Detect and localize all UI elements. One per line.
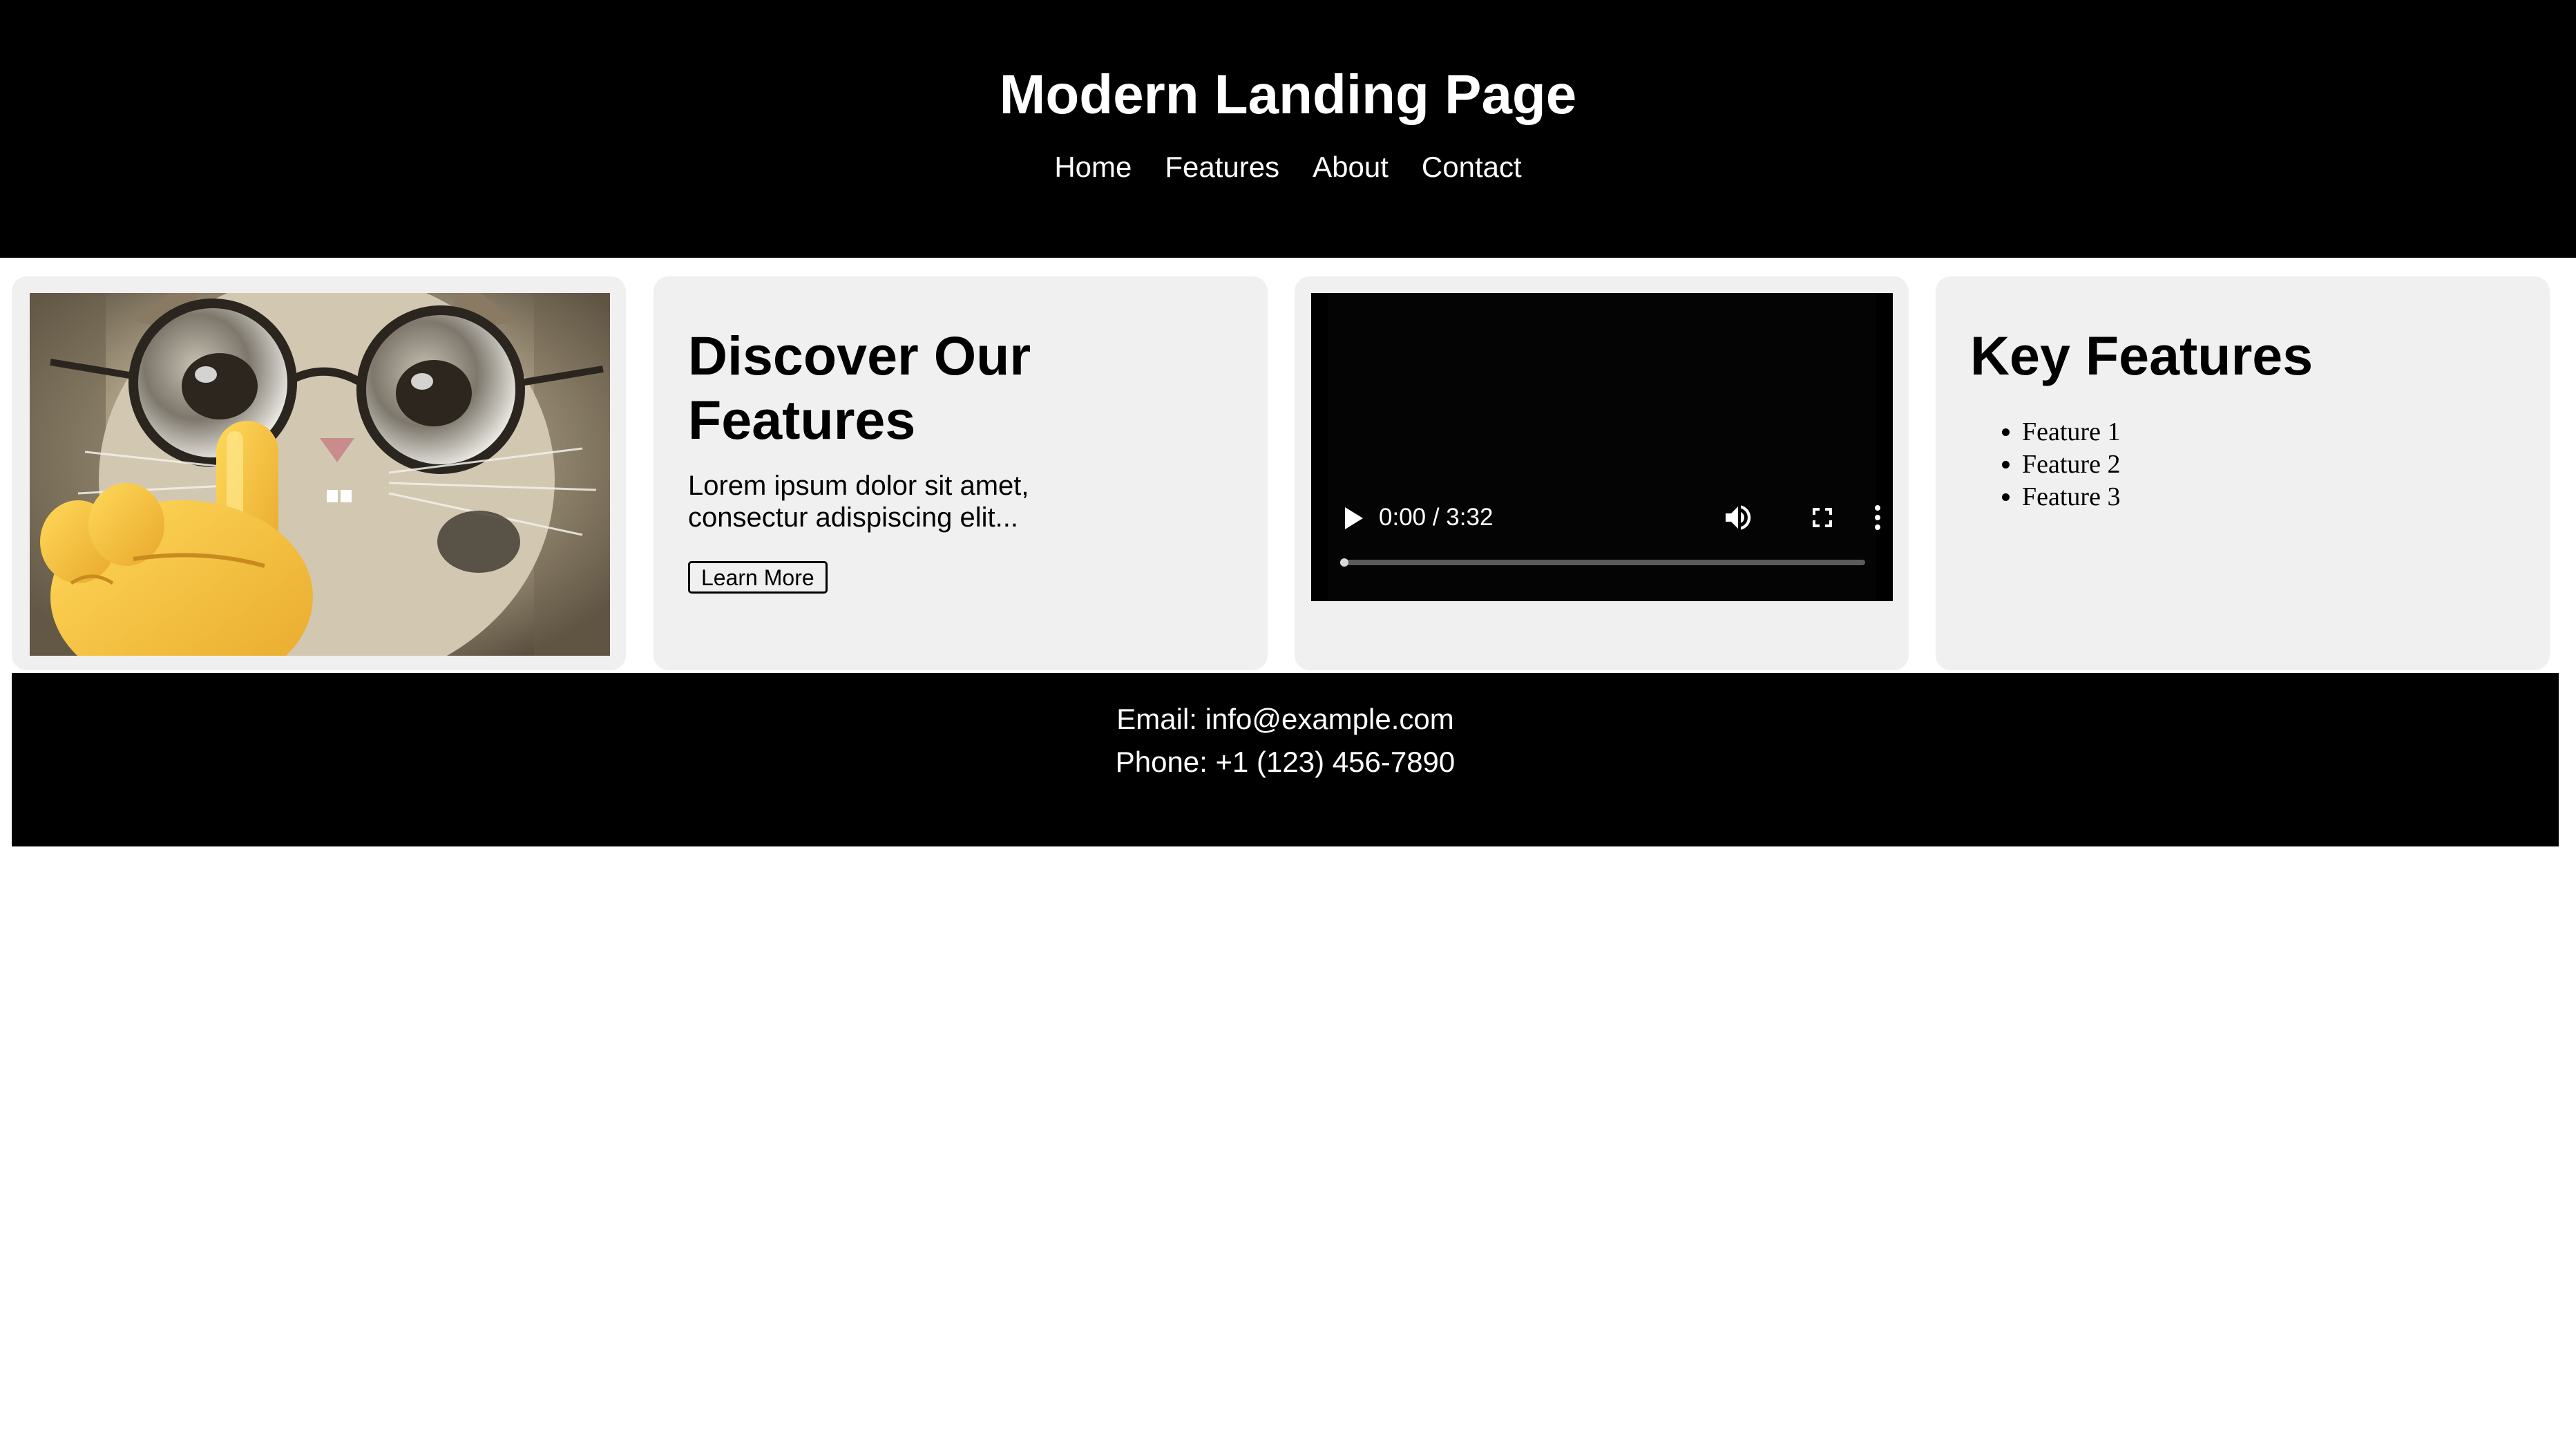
features-card: Key Features Feature 1 Feature 2 Feature… — [1936, 276, 2550, 670]
image-card — [12, 276, 626, 670]
nav-link-home[interactable]: Home — [1054, 145, 1132, 189]
learn-more-button[interactable]: Learn More — [688, 561, 828, 594]
list-item: Feature 3 — [2022, 481, 2120, 513]
site-header: Modern Landing Page Home Features About … — [0, 0, 2576, 258]
video-progress-bar[interactable] — [1340, 558, 1865, 567]
fullscreen-icon[interactable] — [1806, 501, 1839, 534]
page-title: Modern Landing Page — [999, 64, 1577, 125]
video-frame — [1328, 293, 1876, 601]
list-item: Feature 2 — [2022, 448, 2120, 481]
features-title: Key Features — [1970, 325, 2313, 386]
features-list: Feature 1 Feature 2 Feature 3 — [1970, 416, 2120, 513]
footer-phone: Phone: +1 (123) 456-7890 — [1115, 746, 1456, 778]
play-icon[interactable] — [1345, 507, 1363, 529]
nav-link-contact[interactable]: Contact — [1422, 145, 1522, 189]
video-time: 0:00 / 3:32 — [1379, 504, 1494, 531]
cat-with-glasses-image — [30, 293, 610, 656]
video-progress-knob[interactable] — [1340, 558, 1348, 567]
landing-page: Modern Landing Page Home Features About … — [0, 0, 2576, 1449]
site-footer: Email: info@example.com Phone: +1 (123) … — [12, 673, 2559, 846]
list-item: Feature 1 — [2022, 416, 2120, 448]
more-vert-icon[interactable] — [1861, 501, 1894, 534]
footer-email: Email: info@example.com — [1116, 703, 1454, 735]
intro-title: Discover Our Features — [688, 325, 1031, 451]
volume-icon[interactable] — [1721, 501, 1755, 534]
video-card: 0:00 / 3:32 — [1295, 276, 1909, 670]
intro-text: Lorem ipsum dolor sit amet, consectur ad… — [688, 471, 1029, 533]
intro-card: Discover Our Features Lorem ipsum dolor … — [653, 276, 1268, 670]
video-player[interactable]: 0:00 / 3:32 — [1311, 293, 1893, 601]
nav-link-about[interactable]: About — [1313, 145, 1389, 189]
nav-link-features[interactable]: Features — [1165, 145, 1279, 189]
main-nav: Home Features About Contact — [0, 145, 2576, 189]
